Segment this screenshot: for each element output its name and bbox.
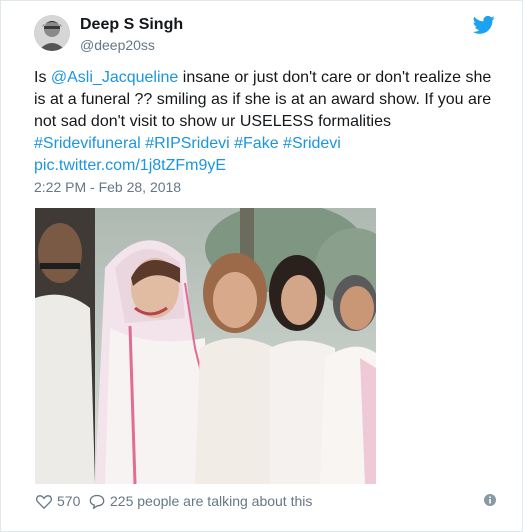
info-icon[interactable] [484,494,496,506]
tweet-footer: 570 225 people are talking about this [34,491,496,513]
mention-link[interactable]: @Asli_Jacqueline [51,69,178,86]
hashtag-link[interactable]: #Sridevifuneral [34,135,141,152]
talking-count: 225 people are talking about this [110,493,313,509]
hashtag-link[interactable]: #Fake [234,135,278,152]
conversation-action[interactable]: 225 people are talking about this [89,493,312,509]
heart-icon [36,494,52,509]
user-handle[interactable]: @deep20ss [80,37,155,53]
user-name[interactable]: Deep S Singh [80,16,183,34]
tweet-timestamp[interactable]: 2:22 PM - Feb 28, 2018 [34,179,181,195]
tweet-photo[interactable] [35,208,376,484]
hashtag-link[interactable]: #Sridevi [283,135,341,152]
twitter-bird-icon[interactable] [473,15,495,35]
like-count: 570 [57,493,81,509]
avatar[interactable] [34,15,70,51]
tweet-text: Is @Asli_Jacqueline insane or just don't… [34,67,504,177]
speech-bubble-icon [89,494,105,509]
like-action[interactable]: 570 [36,493,80,509]
tweet-card: Deep S Singh @deep20ss Is @Asli_Jacqueli… [0,0,523,532]
pic-link[interactable]: pic.twitter.com/1j8tZFm9yE [34,157,226,174]
hashtag-link[interactable]: #RIPSridevi [145,135,229,152]
tweet-text-intro: Is [34,69,51,86]
